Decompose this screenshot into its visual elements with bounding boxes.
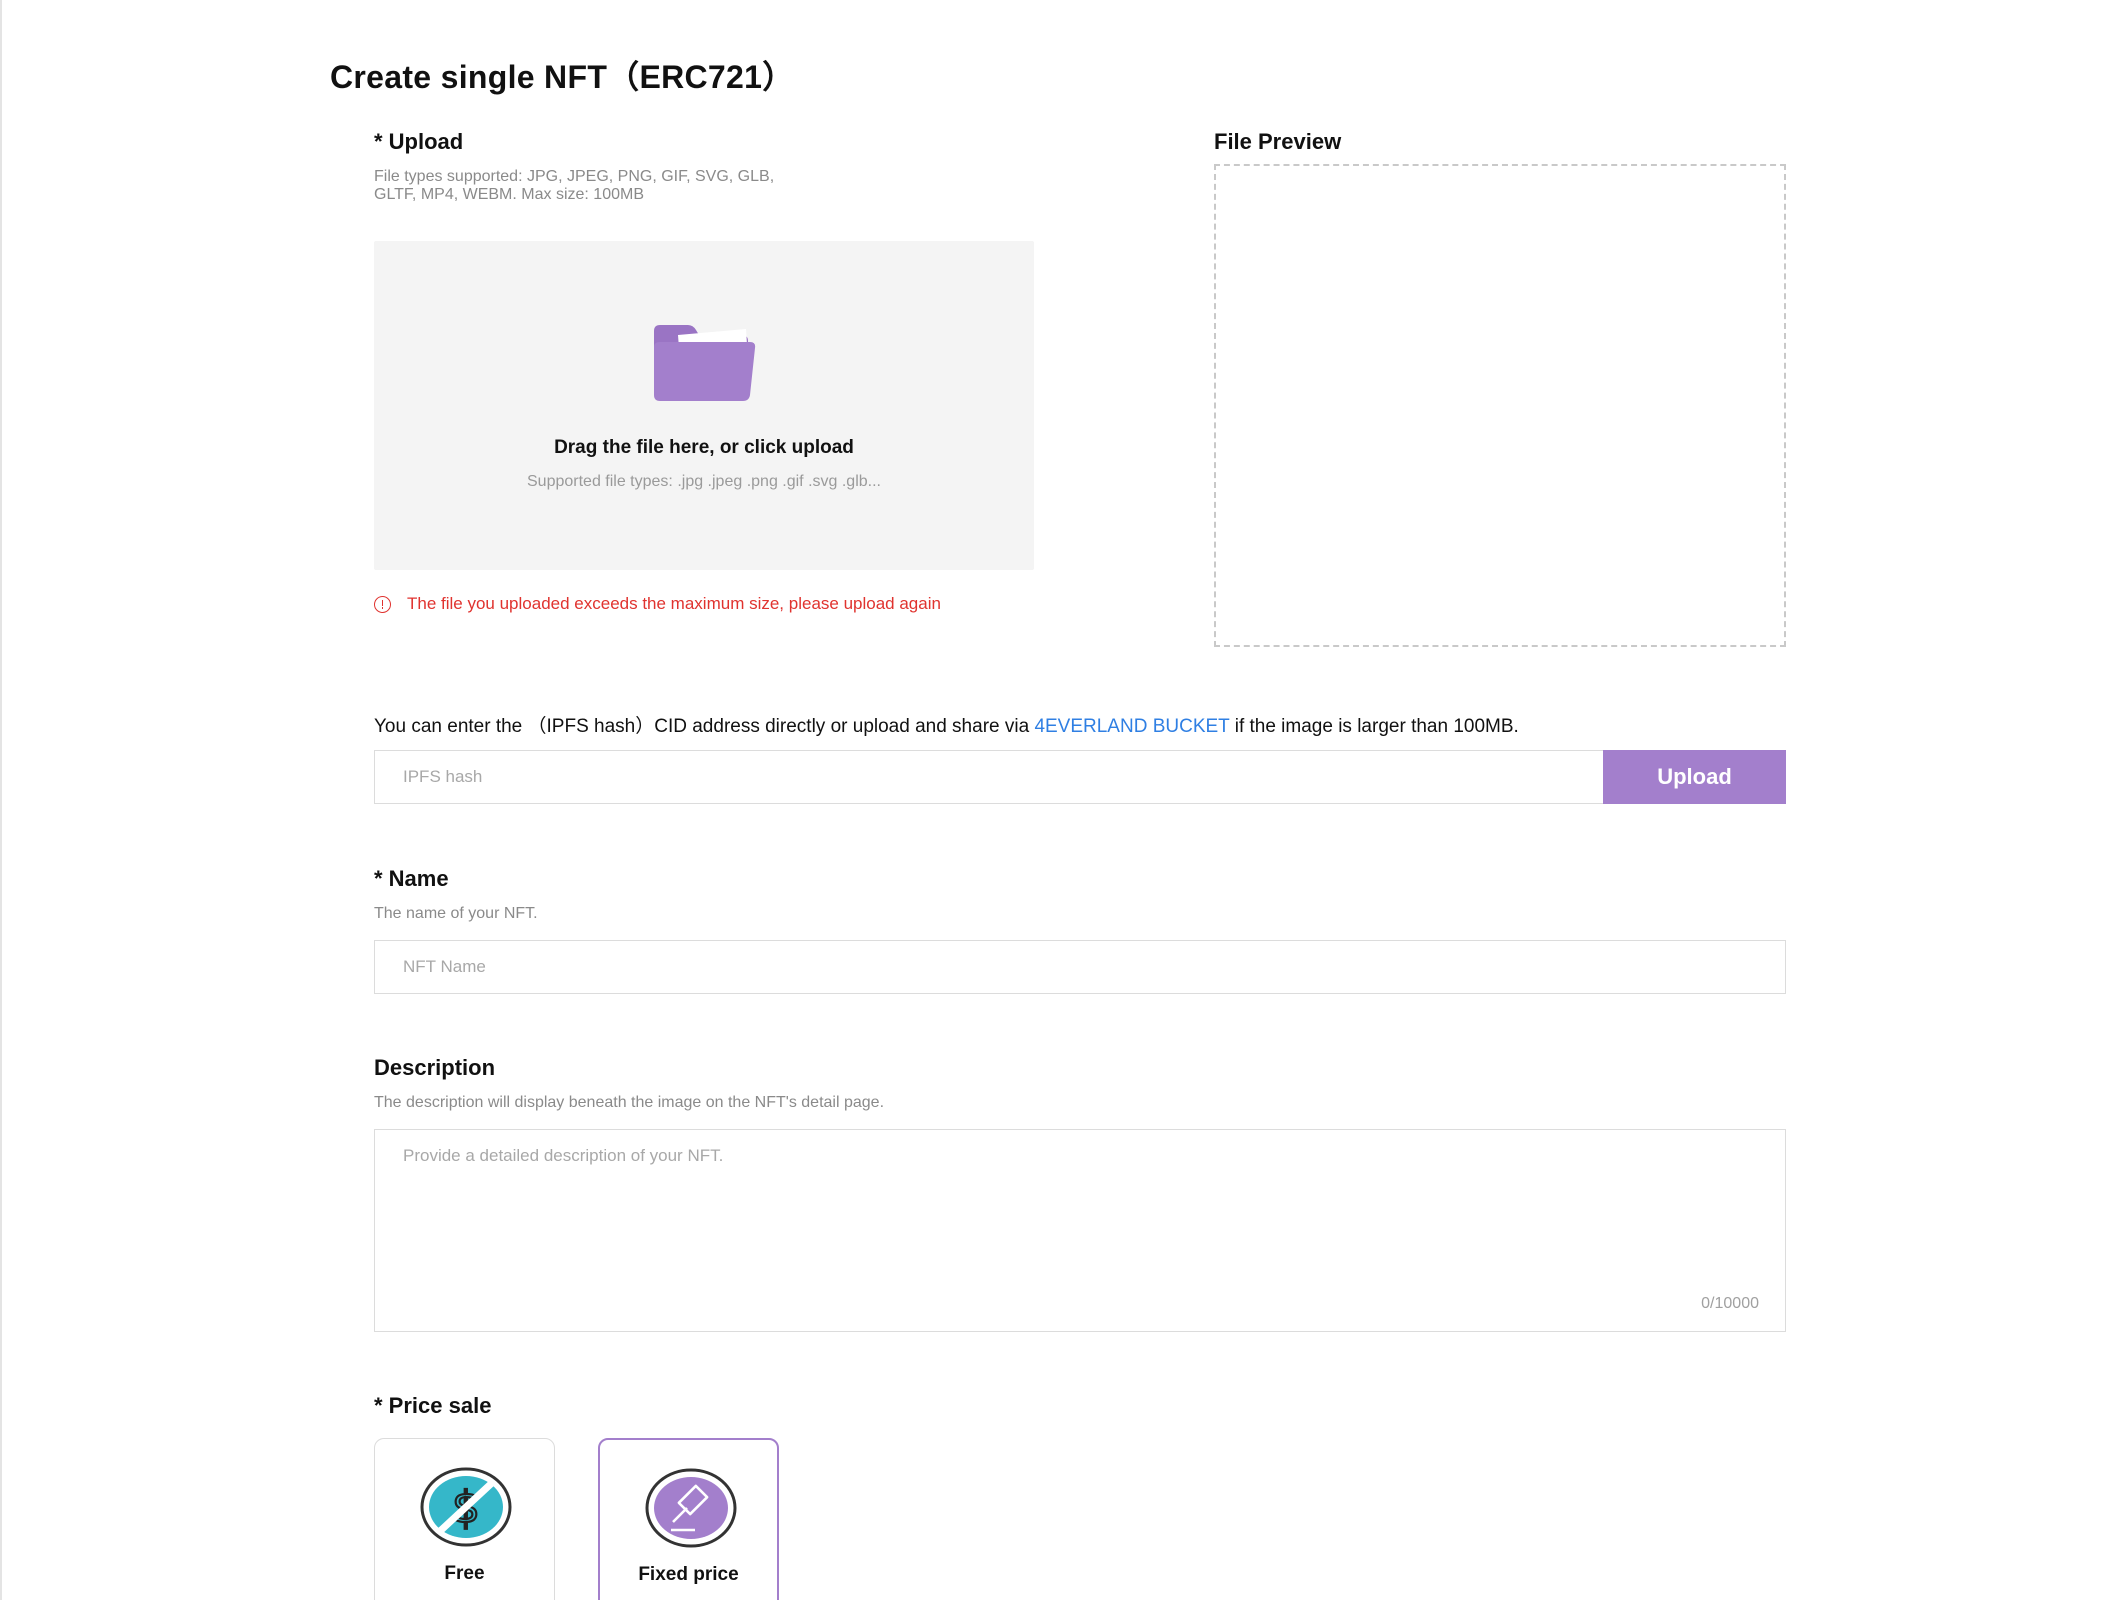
dropzone-title: Drag the file here, or click upload (554, 437, 854, 458)
price-option-fixed-price[interactable]: Fixed price (598, 1438, 779, 1600)
folder-icon (654, 325, 756, 401)
name-label: * Name (374, 866, 449, 891)
page-title: Create single NFT（ERC721） (330, 59, 795, 95)
ipfs-instructions: You can enter the （IPFS hash）CID address… (374, 711, 1519, 738)
upload-hint: File types supported: JPG, JPEG, PNG, GI… (374, 168, 774, 204)
upload-hint-line-2: GLTF, MP4, WEBM. Max size: 100MB (374, 186, 644, 203)
upload-hint-line-1: File types supported: JPG, JPEG, PNG, GI… (374, 168, 775, 185)
description-label: Description (374, 1055, 496, 1080)
4everland-bucket-link[interactable]: 4EVERLAND BUCKET (1034, 716, 1229, 737)
ipfs-upload-button[interactable]: Upload (1603, 750, 1786, 804)
ipfs-text-after: if the image is larger than 100MB. (1229, 716, 1519, 737)
ipfs-hash-input[interactable] (374, 750, 1605, 804)
upload-error-message: The file you uploaded exceeds the maximu… (374, 594, 941, 614)
description-char-counter: 0/10000 (1701, 1295, 1759, 1312)
error-icon (374, 595, 391, 613)
price-option-free-label: Free (444, 1563, 485, 1584)
price-option-free[interactable]: $ Free (374, 1438, 555, 1600)
description-field: 0/10000 (374, 1129, 1786, 1332)
name-hint: The name of your NFT. (374, 905, 538, 922)
price-sale-label: * Price sale (374, 1393, 492, 1418)
description-hint: The description will display beneath the… (374, 1094, 885, 1111)
left-edge-divider (0, 0, 2, 1600)
file-preview-label: File Preview (1214, 129, 1342, 154)
description-textarea[interactable] (375, 1130, 1785, 1331)
ipfs-text-before: You can enter the （IPFS hash）CID address… (374, 716, 1035, 737)
dropzone-subtitle: Supported file types: .jpg .jpeg .png .g… (527, 473, 881, 490)
nft-name-input[interactable] (374, 940, 1786, 994)
price-option-fixed-price-label: Fixed price (638, 1564, 739, 1585)
file-dropzone[interactable]: Drag the file here, or click upload Supp… (374, 241, 1034, 570)
auction-hammer-icon (645, 1468, 737, 1548)
upload-error-text: The file you uploaded exceeds the maximu… (407, 594, 941, 613)
file-preview-box (1214, 164, 1786, 647)
no-dollar-icon: $ (420, 1467, 512, 1547)
upload-label: * Upload (374, 129, 464, 154)
